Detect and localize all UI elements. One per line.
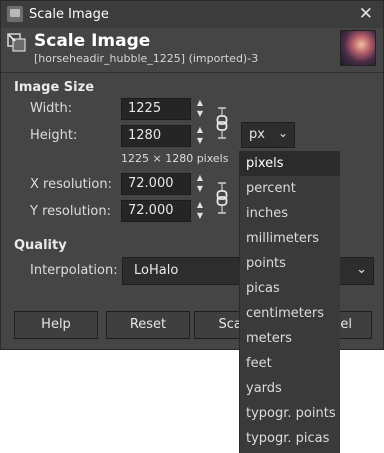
unit-option[interactable]: percent — [240, 176, 340, 201]
width-spinner[interactable]: ▲ ▼ — [193, 98, 207, 120]
interpolation-label: Interpolation: — [30, 263, 118, 278]
spin-up-icon[interactable]: ▲ — [195, 125, 205, 135]
x-resolution-input[interactable]: 72.000 — [121, 173, 191, 195]
unit-option[interactable]: feet — [240, 351, 340, 376]
header-divider — [1, 72, 383, 73]
width-label: Width: — [30, 101, 73, 116]
spin-up-icon[interactable]: ▲ — [195, 173, 205, 183]
chevron-down-icon: ⌄ — [356, 262, 367, 277]
unit-value: px — [249, 127, 265, 142]
spin-down-icon[interactable]: ▼ — [195, 109, 205, 119]
reset-button[interactable]: Reset — [106, 311, 190, 339]
unit-option[interactable]: millimeters — [240, 226, 340, 251]
spin-down-icon[interactable]: ▼ — [195, 136, 205, 146]
title-bar[interactable]: Scale Image ✕ — [1, 1, 383, 28]
close-icon[interactable]: ✕ — [359, 4, 373, 24]
spin-down-icon[interactable]: ▼ — [195, 184, 205, 194]
unit-dropdown-menu[interactable]: pixels percent inches millimeters points… — [239, 151, 340, 453]
unit-option[interactable]: meters — [240, 326, 340, 351]
height-spinner[interactable]: ▲ ▼ — [193, 125, 207, 147]
height-input[interactable]: 1280 — [121, 125, 191, 147]
unit-select[interactable]: px ⌄ — [241, 122, 295, 148]
interpolation-value: LoHalo — [134, 263, 179, 278]
unit-option[interactable]: typogr. picas — [240, 426, 340, 451]
unit-option[interactable]: picas — [240, 276, 340, 301]
window-title: Scale Image — [29, 7, 109, 22]
chevron-down-icon: ⌄ — [277, 126, 288, 140]
image-size-heading: Image Size — [14, 80, 95, 95]
image-thumbnail — [340, 30, 376, 66]
spin-up-icon[interactable]: ▲ — [195, 200, 205, 210]
scale-image-icon — [7, 33, 26, 52]
unit-option[interactable]: typogr. points — [240, 401, 340, 426]
help-button[interactable]: Help — [14, 311, 98, 339]
y-resolution-label: Y resolution: — [30, 204, 111, 219]
unit-option[interactable]: yards — [240, 376, 340, 401]
x-resolution-label: X resolution: — [30, 177, 112, 192]
x-resolution-spinner[interactable]: ▲ ▼ — [193, 173, 207, 195]
y-resolution-spinner[interactable]: ▲ ▼ — [193, 200, 207, 222]
quality-heading: Quality — [14, 238, 67, 253]
pixel-dimensions: 1225 × 1280 pixels — [121, 152, 229, 165]
spin-up-icon[interactable]: ▲ — [195, 98, 205, 108]
unit-option[interactable]: points — [240, 251, 340, 276]
spin-down-icon[interactable]: ▼ — [195, 211, 205, 221]
unit-option[interactable]: centimeters — [240, 301, 340, 326]
dialog-header: Scale Image [horseheadir_hubble_1225] (i… — [1, 28, 383, 72]
chain-link-icon[interactable] — [215, 106, 229, 140]
y-resolution-input[interactable]: 72.000 — [121, 200, 191, 222]
unit-option[interactable]: inches — [240, 201, 340, 226]
unit-option[interactable]: pixels — [240, 151, 340, 176]
width-input[interactable]: 1225 — [121, 98, 191, 120]
image-name: [horseheadir_hubble_1225] (imported)-3 — [34, 52, 259, 65]
gimp-app-icon — [7, 6, 23, 22]
chain-link-icon[interactable] — [215, 181, 229, 215]
dialog-title: Scale Image — [34, 31, 151, 51]
height-label: Height: — [30, 128, 78, 143]
